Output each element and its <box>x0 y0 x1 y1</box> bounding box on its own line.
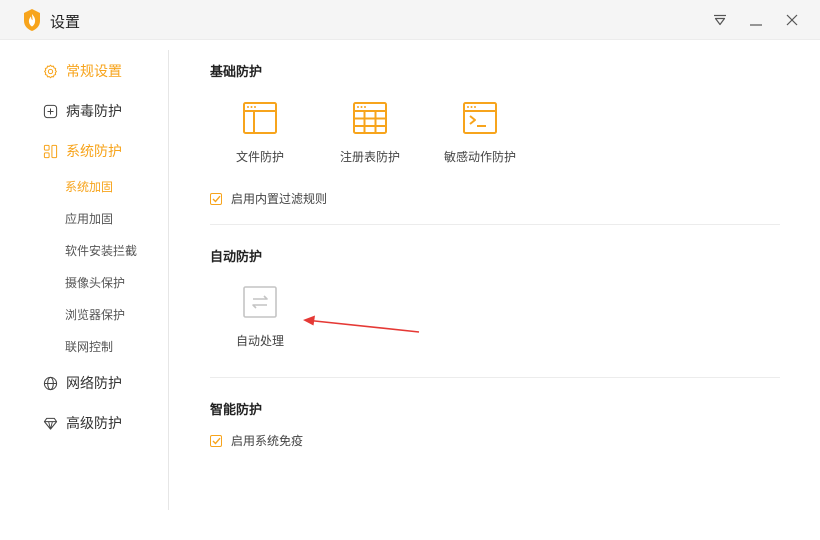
section-divider <box>210 377 780 378</box>
section-divider <box>210 224 780 225</box>
subitem-app-hardening[interactable]: 应用加固 <box>65 210 113 227</box>
tile-registry-protection[interactable]: 注册表防护 <box>315 100 425 165</box>
sidebar-item-label: 系统防护 <box>66 144 122 160</box>
minimize-button[interactable] <box>746 10 766 30</box>
tile-auto-handle[interactable]: 自动处理 <box>205 286 315 349</box>
subitem-install-block[interactable]: 软件安装拦截 <box>65 242 137 259</box>
terminal-icon <box>463 102 497 134</box>
builtin-filter-rules-checkbox[interactable]: 启用内置过滤规则 <box>210 190 327 207</box>
sidebar-item-label: 病毒防护 <box>66 104 122 120</box>
flame-shield-logo-icon <box>24 9 40 31</box>
sidebar-item-system[interactable]: 系统防护 <box>42 139 122 163</box>
subitem-system-hardening[interactable]: 系统加固 <box>65 178 113 195</box>
system-immunity-checkbox[interactable]: 启用系统免疫 <box>210 432 303 449</box>
checkbox-label: 启用内置过滤规则 <box>231 192 328 206</box>
tile-label: 敏感动作防护 <box>443 150 516 164</box>
subitem-camera-protect[interactable]: 摄像头保护 <box>65 274 125 291</box>
title-bar: 设置 <box>0 0 820 40</box>
subitem-browser-protect[interactable]: 浏览器保护 <box>65 306 125 323</box>
subitem-network-control[interactable]: 联网控制 <box>65 338 113 355</box>
section-title-smart: 智能防护 <box>210 403 263 418</box>
sidebar-item-network[interactable]: 网络防护 <box>42 371 122 395</box>
sidebar: 常规设置 病毒防护 系统防护 系统加固 应用加固 软件安装拦截 摄像头保护 浏览… <box>0 40 170 510</box>
globe-icon <box>42 375 58 391</box>
grid-icon <box>42 143 58 159</box>
close-button[interactable] <box>782 10 802 30</box>
diamond-icon <box>42 415 58 431</box>
sidebar-divider <box>168 50 169 510</box>
sidebar-item-label: 网络防护 <box>66 376 122 392</box>
checkbox-label: 启用系统免疫 <box>231 434 304 448</box>
annotation-arrow-icon <box>303 315 420 333</box>
sidebar-item-label: 高级防护 <box>66 416 122 432</box>
section-title-auto: 自动防护 <box>210 250 263 265</box>
minimize-icon <box>750 24 762 26</box>
tile-file-protection[interactable]: 文件防护 <box>205 100 315 165</box>
close-icon <box>786 14 798 26</box>
checkbox-checked-icon[interactable] <box>210 434 222 447</box>
tile-sensitive-action-protection[interactable]: 敏感动作防护 <box>425 100 535 165</box>
registry-grid-icon <box>353 102 387 134</box>
plus-square-icon <box>42 103 58 119</box>
tile-label: 注册表防护 <box>339 150 400 164</box>
window-title: 设置 <box>50 13 81 31</box>
sidebar-item-label: 常规设置 <box>66 64 122 80</box>
tile-label: 文件防护 <box>235 150 284 164</box>
swap-arrows-icon <box>243 286 277 318</box>
gear-icon <box>42 63 58 79</box>
menu-dropdown-button[interactable] <box>710 10 730 30</box>
file-window-icon <box>243 102 277 134</box>
sidebar-item-virus[interactable]: 病毒防护 <box>42 99 122 123</box>
section-title-basic: 基础防护 <box>210 65 263 80</box>
tile-label: 自动处理 <box>235 334 284 348</box>
checkbox-checked-icon[interactable] <box>210 192 222 205</box>
sidebar-item-general[interactable]: 常规设置 <box>42 59 122 83</box>
menu-dropdown-icon <box>714 14 726 26</box>
sidebar-item-advanced[interactable]: 高级防护 <box>42 411 122 435</box>
